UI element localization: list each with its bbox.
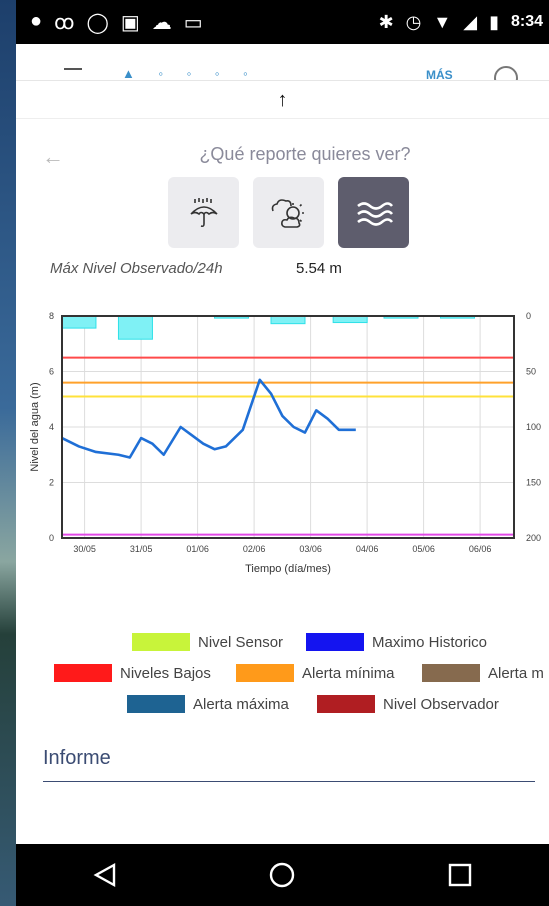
sun-cloud-icon bbox=[271, 198, 304, 228]
back-triangle-icon bbox=[93, 862, 116, 888]
legend-item: Maximo Historico bbox=[306, 633, 487, 651]
legend-label: Alerta mínima bbox=[302, 664, 395, 682]
weather-report-button[interactable] bbox=[253, 177, 324, 248]
status-time: 8:34 bbox=[510, 13, 543, 30]
legend-swatch bbox=[54, 664, 112, 682]
y-tick-label: 2 bbox=[49, 478, 54, 488]
legend-label: Niveles Bajos bbox=[120, 664, 211, 682]
recents-nav-button[interactable] bbox=[440, 855, 480, 895]
legend-swatch bbox=[317, 695, 375, 713]
informe-divider bbox=[43, 781, 535, 782]
spotify-icon: ● bbox=[30, 9, 43, 32]
report-options bbox=[168, 177, 409, 248]
legend-item: Niveles Bajos bbox=[54, 664, 211, 682]
app-screen: ▲ ◦ ◦ ◦ ◦ MÁS ↑ ← ¿Qué reporte quieres v… bbox=[16, 44, 549, 844]
bluetooth-icon: ✱ bbox=[378, 11, 394, 32]
status-bar: ● ꝏ ◯ ▣ ☁ ▭ ✱ ◷ ▼ ◢ ▮ 8:34 bbox=[16, 0, 549, 44]
legend-label: Maximo Historico bbox=[372, 633, 488, 651]
rain-report-button[interactable] bbox=[168, 177, 239, 248]
recents-square-icon bbox=[448, 863, 472, 887]
y2-tick-label: 0 bbox=[526, 311, 531, 321]
y2-tick-label: 50 bbox=[526, 367, 536, 377]
cloud-icon: ☁ bbox=[151, 11, 172, 34]
up-arrow-icon[interactable]: ↑ bbox=[16, 82, 549, 119]
brand-logo: ▲ ◦ ◦ ◦ ◦ bbox=[122, 66, 258, 81]
legend-item: Nivel Sensor bbox=[132, 633, 283, 651]
alarm-icon: ◷ bbox=[405, 11, 422, 32]
legend-label: Nivel Sensor bbox=[198, 633, 284, 651]
water-level-chart: 0 2 4 6 8 0 50 100 150 200 30/05 31/05 01/06 02/06 03/… bbox=[29, 311, 541, 575]
x-tick-label: 06/06 bbox=[469, 544, 492, 554]
wifi-icon: ▼ bbox=[433, 11, 452, 32]
legend-swatch bbox=[306, 633, 364, 651]
legend-swatch bbox=[132, 633, 190, 651]
y-tick-label: 0 bbox=[49, 533, 54, 543]
whatsapp-icon: ◯ bbox=[86, 11, 109, 34]
battery-icon: ▮ bbox=[489, 11, 499, 32]
x-tick-label: 04/06 bbox=[356, 544, 379, 554]
level-series-line bbox=[61, 378, 356, 459]
water-level-report-button[interactable] bbox=[338, 177, 409, 248]
x-tick-label: 31/05 bbox=[130, 544, 153, 554]
y-tick-label: 6 bbox=[49, 367, 54, 377]
legend-item: Alerta mínima bbox=[236, 664, 395, 682]
background-photo-strip bbox=[0, 0, 16, 906]
home-circle-icon bbox=[270, 862, 295, 888]
menu-icon[interactable] bbox=[64, 68, 82, 70]
laptop-icon: ▭ bbox=[183, 11, 203, 34]
legend-label: Alerta m bbox=[488, 664, 544, 682]
x-tick-label: 02/06 bbox=[243, 544, 266, 554]
y2-tick-label: 200 bbox=[526, 533, 541, 543]
y-axis-label: Nivel del agua (m) bbox=[29, 382, 41, 471]
y-tick-label: 8 bbox=[49, 311, 54, 321]
legend-label: Nivel Observador bbox=[383, 695, 499, 713]
legend-item: Nivel Observador bbox=[317, 695, 499, 713]
image-icon: ▣ bbox=[120, 11, 140, 34]
x-tick-label: 01/06 bbox=[186, 544, 209, 554]
max-level-label: Máx Nivel Observado/24h bbox=[50, 260, 223, 277]
x-tick-label: 05/06 bbox=[412, 544, 435, 554]
x-tick-label: 30/05 bbox=[73, 544, 96, 554]
legend-item: Alerta máxima bbox=[127, 695, 289, 713]
back-nav-button[interactable] bbox=[85, 855, 125, 895]
informe-heading[interactable]: Informe bbox=[43, 747, 111, 770]
legend-label: Alerta máxima bbox=[193, 695, 289, 713]
rain-umbrella-icon bbox=[189, 197, 218, 227]
x-tick-label: 03/06 bbox=[299, 544, 322, 554]
rain-bar bbox=[117, 315, 153, 340]
clock-icon[interactable] bbox=[494, 66, 518, 80]
legend-swatch bbox=[422, 664, 480, 682]
rain-bar bbox=[61, 315, 97, 329]
top-nav: ▲ ◦ ◦ ◦ ◦ MÁS bbox=[16, 44, 549, 81]
water-waves-icon bbox=[356, 201, 393, 226]
legend-swatch bbox=[127, 695, 185, 713]
x-axis-label: Tiempo (día/mes) bbox=[245, 563, 331, 575]
more-link[interactable]: MÁS bbox=[426, 68, 453, 80]
android-nav-bar bbox=[16, 844, 549, 906]
max-level-row: Máx Nivel Observado/24h 5.54 m bbox=[50, 260, 342, 277]
legend-item: Alerta m bbox=[422, 664, 544, 682]
y2-tick-label: 100 bbox=[526, 422, 541, 432]
legend-swatch bbox=[236, 664, 294, 682]
y2-tick-label: 150 bbox=[526, 478, 541, 488]
max-level-value: 5.54 m bbox=[296, 260, 342, 277]
rain-bar bbox=[270, 315, 306, 325]
signal-icon: ◢ bbox=[463, 11, 478, 32]
y-tick-label: 4 bbox=[49, 422, 54, 432]
voicemail-icon: ꝏ bbox=[54, 11, 75, 34]
report-question: ¿Qué reporte quieres ver? bbox=[199, 144, 411, 164]
home-nav-button[interactable] bbox=[262, 855, 302, 895]
